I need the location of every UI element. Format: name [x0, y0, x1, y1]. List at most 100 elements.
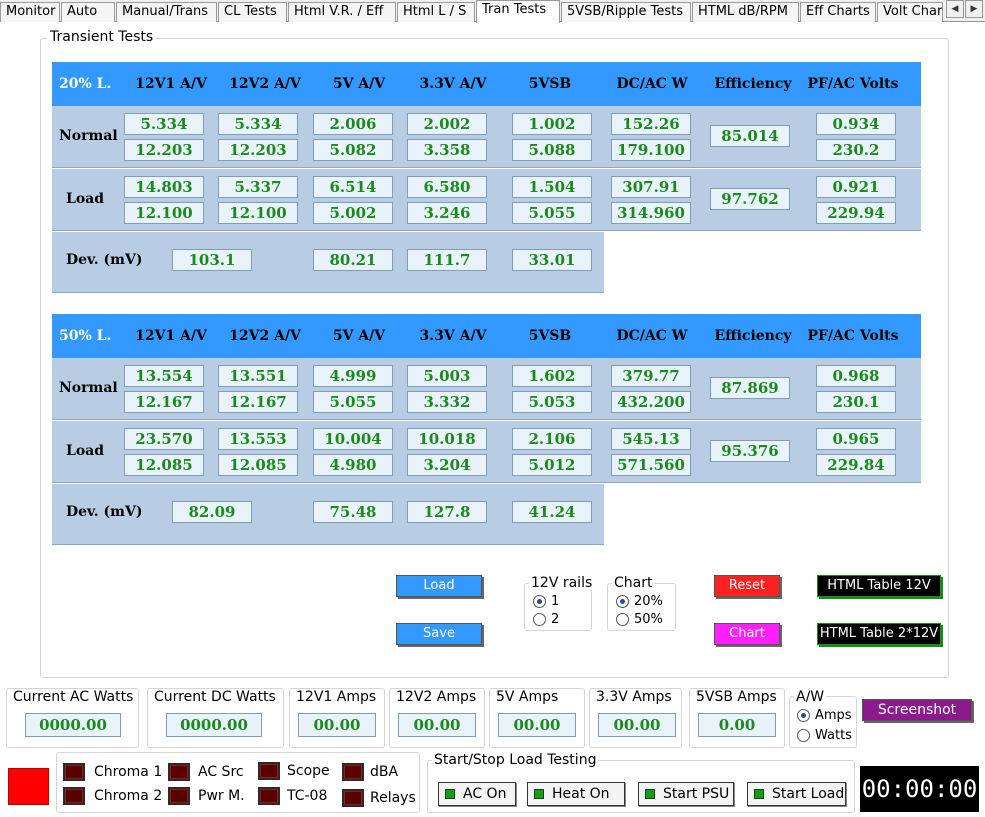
dev-box: 41.24 [512, 501, 592, 523]
chart-radio-20[interactable] [616, 595, 629, 608]
device-label: Relays [370, 790, 416, 806]
meter-value: 0.00 [698, 713, 776, 737]
tab-5vsb-ripple[interactable]: 5VSB/Ripple Tests [561, 2, 691, 22]
value-box: 3.204 [407, 454, 487, 476]
efficiency-box: 97.762 [710, 188, 790, 210]
led-scope-icon[interactable] [258, 762, 280, 780]
screenshot-button[interactable]: Screenshot [862, 699, 972, 721]
html-table-2x12v-button[interactable]: HTML Table 2*12V [817, 623, 941, 645]
aw-radio-amps[interactable] [797, 709, 810, 722]
tab-monitor[interactable]: Monitor [0, 2, 60, 22]
meter-3v3-amps: 3.3V Amps 00.00 [589, 688, 682, 748]
value-box: 3.358 [407, 139, 487, 161]
value-box: 5.002 [313, 202, 393, 224]
tab-html-db-rpm[interactable]: HTML dB/RPM [692, 2, 799, 22]
led-chroma2-icon[interactable] [63, 787, 85, 805]
col-dcac-w: DC/AC W [616, 76, 688, 92]
tab-scroll-left-icon[interactable]: ◀ [946, 0, 964, 18]
table-header: 20% L. 12V1 A/V 12V2 A/V 5V A/V 3.3V A/V… [52, 62, 921, 106]
value-box: 5.088 [512, 139, 592, 161]
device-label: TC-08 [287, 788, 328, 804]
rails-radio-2[interactable] [533, 613, 546, 626]
aw-radio-watts[interactable] [797, 729, 810, 742]
col-12v2: 12V2 A/V [229, 76, 301, 92]
value-box: 13.551 [218, 365, 298, 387]
value-box: 1.002 [512, 113, 592, 135]
aw-title: A/W [794, 689, 827, 705]
led-chroma1-icon[interactable] [63, 763, 85, 781]
tab-cl-tests[interactable]: CL Tests [218, 2, 287, 22]
meter-label: Current DC Watts [154, 689, 276, 705]
value-box: 2.002 [407, 113, 487, 135]
value-box: 12.085 [218, 454, 298, 476]
chart-button[interactable]: Chart [714, 623, 780, 645]
meter-5vsb-amps: 5VSB Amps 0.00 [689, 688, 785, 748]
tab-scroll-right-icon[interactable]: ▶ [965, 0, 983, 18]
load-button[interactable]: Load [396, 575, 482, 597]
value-box: 12.203 [218, 139, 298, 161]
value-box: 545.13 [611, 428, 691, 450]
tab-tran-tests[interactable]: Tran Tests [476, 0, 560, 23]
value-box: 307.91 [611, 176, 691, 198]
dev-box: 33.01 [512, 249, 592, 271]
value-box: 5.055 [313, 391, 393, 413]
col-efficiency: Efficiency [714, 76, 792, 92]
device-label: dBA [370, 764, 399, 780]
start-psu-button[interactable]: Start PSU [638, 782, 734, 806]
meter-ac-watts: Current AC Watts 0000.00 [6, 688, 139, 748]
led-pwr-m-icon[interactable] [168, 787, 190, 805]
col-5vsb: 5VSB [528, 76, 572, 92]
save-button[interactable]: Save [396, 623, 482, 645]
col-pf-acv: PF/AC Volts [807, 76, 899, 92]
html-table-12v-button[interactable]: HTML Table 12V [817, 575, 941, 597]
meter-12v1-amps: 12V1 Amps 00.00 [289, 688, 385, 748]
tab-bar: Monitor Auto Manual/Trans CL Tests Html … [0, 0, 985, 23]
acv-box: 229.94 [816, 202, 896, 224]
value-box: 314.960 [611, 202, 691, 224]
rails-option-label: 2 [551, 612, 560, 627]
value-box: 12.085 [124, 454, 204, 476]
meter-label: 12V2 Amps [396, 689, 477, 705]
tab-html-vr-eff[interactable]: Html V.R. / Eff [288, 2, 396, 22]
start-psu-label: Start PSU [663, 786, 730, 802]
dev-box: 80.21 [313, 249, 393, 271]
value-box: 5.012 [512, 454, 592, 476]
start-load-button[interactable]: Start Load [747, 782, 846, 806]
tab-volt-chart[interactable]: Volt Chart [877, 2, 943, 22]
tab-eff-charts[interactable]: Eff Charts [800, 2, 876, 22]
led-ac-src-icon[interactable] [168, 763, 190, 781]
efficiency-box: 95.376 [710, 440, 790, 462]
rails-radio-1[interactable] [533, 595, 546, 608]
meter-value: 0000.00 [25, 713, 121, 737]
reset-button[interactable]: Reset [714, 575, 780, 597]
value-box: 13.553 [218, 428, 298, 450]
value-box: 14.803 [124, 176, 204, 198]
dev-box: 103.1 [172, 249, 252, 271]
value-box: 3.332 [407, 391, 487, 413]
table-title: 50% L. [59, 328, 112, 344]
meter-label: 3.3V Amps [596, 689, 672, 705]
aw-option-label: Watts [815, 728, 852, 743]
chart-title: Chart [612, 575, 655, 591]
tab-auto[interactable]: Auto [61, 2, 115, 22]
ac-on-button[interactable]: AC On [438, 782, 516, 806]
row-label: Dev. (mV) [66, 252, 143, 268]
tab-html-ls[interactable]: Html L / S [397, 2, 475, 22]
acv-box: 230.2 [816, 139, 896, 161]
green-led-icon [445, 789, 455, 799]
heat-on-button[interactable]: Heat On [527, 782, 625, 806]
chart-option-label: 50% [634, 612, 663, 627]
tab-manual-trans[interactable]: Manual/Trans [116, 2, 217, 22]
value-box: 5.003 [407, 365, 487, 387]
led-tc08-icon[interactable] [258, 787, 280, 805]
value-box: 5.053 [512, 391, 592, 413]
value-box: 12.100 [124, 202, 204, 224]
row-label: Load [66, 443, 105, 459]
device-label: AC Src [198, 764, 244, 780]
aw-option-label: Amps [815, 708, 852, 723]
led-relays-icon[interactable] [342, 789, 364, 807]
led-dba-icon[interactable] [342, 763, 364, 781]
value-box: 1.504 [512, 176, 592, 198]
chart-radio-50[interactable] [616, 613, 629, 626]
value-box: 4.999 [313, 365, 393, 387]
